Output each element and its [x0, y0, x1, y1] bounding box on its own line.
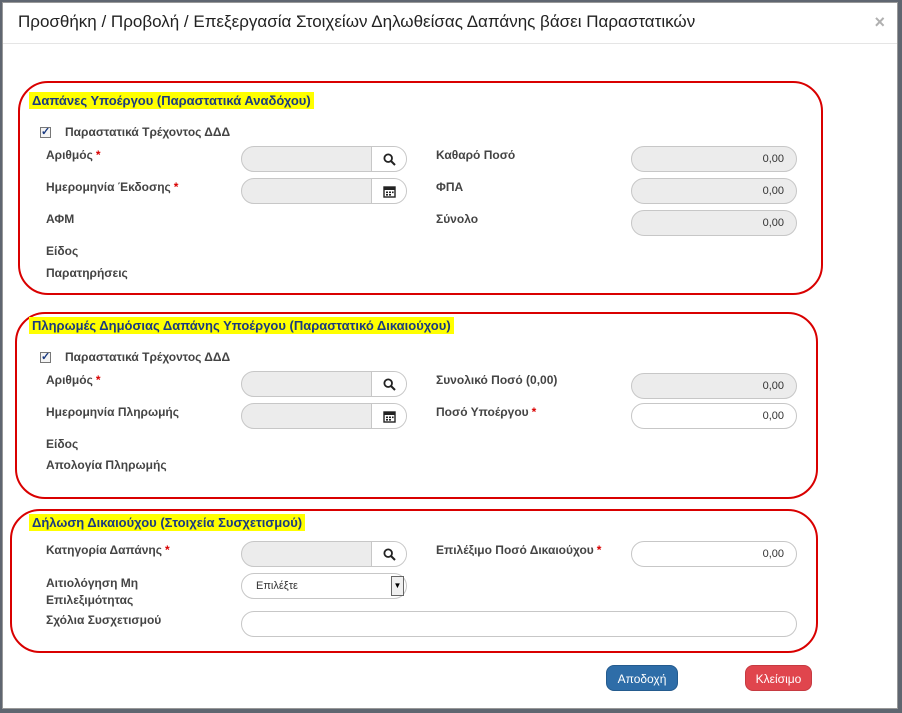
- section3-ineligibility-select[interactable]: Επιλέξτε ▼: [241, 573, 407, 599]
- section1-total-field: 0,00: [631, 210, 797, 236]
- section3-expense-category-label: Κατηγορία Δαπάνης *: [46, 543, 170, 557]
- section2-current-ddd-checkbox[interactable]: [40, 350, 51, 363]
- section2-number-label: Αριθμός *: [46, 373, 101, 387]
- section1-checkbox-label: Παραστατικά Τρέχοντος ΔΔΔ: [65, 125, 231, 139]
- section1-current-ddd-checkbox[interactable]: [40, 125, 51, 138]
- accept-button[interactable]: Αποδοχή: [606, 665, 678, 691]
- section1-type-label: Είδος: [46, 244, 79, 258]
- section2-total-amount-label: Συνολικό Ποσό (0,00): [436, 373, 558, 387]
- section2-total-amount-field: 0,00: [631, 373, 797, 399]
- section2-subproject-amount-input[interactable]: 0,00: [631, 403, 797, 429]
- section3-expense-category-input[interactable]: [241, 541, 407, 567]
- section1-afm-label: ΑΦΜ: [46, 212, 75, 226]
- section1-title: Δαπάνες Υποέργου (Παραστατικά Αναδόχου): [29, 92, 314, 109]
- section1-net-amount-label: Καθαρό Ποσό: [436, 148, 516, 162]
- section3-eligible-amount-label: Επιλέξιμο Ποσό Δικαιούχου *: [436, 543, 602, 557]
- calendar-icon[interactable]: [371, 404, 406, 428]
- section3-title: Δήλωση Δικαιούχου (Στοιχεία Συσχετισμού): [29, 514, 306, 531]
- section3-eligible-amount-input[interactable]: 0,00: [631, 541, 797, 567]
- section1-vat-field: 0,00: [631, 178, 797, 204]
- section2-checkbox-label: Παραστατικά Τρέχοντος ΔΔΔ: [65, 350, 231, 364]
- section2-number-input[interactable]: [241, 371, 407, 397]
- section2-payment-justification-label: Απολογία Πληρωμής: [46, 458, 167, 472]
- section2-payment-date-input[interactable]: [241, 403, 407, 429]
- section3-comments-input[interactable]: [241, 611, 797, 637]
- section1-number-input[interactable]: [241, 146, 407, 172]
- section2-type-label: Είδος: [46, 437, 79, 451]
- section1-issue-date-input[interactable]: [241, 178, 407, 204]
- section1-number-label: Αριθμός *: [46, 148, 101, 162]
- section1-issue-date-label: Ημερομηνία Έκδοσης *: [46, 180, 179, 194]
- search-icon[interactable]: [371, 372, 406, 396]
- section2-subproject-amount-label: Ποσό Υποέργου *: [436, 405, 537, 419]
- close-icon[interactable]: ×: [874, 12, 885, 33]
- section2-title: Πληρωμές Δημόσιας Δαπάνης Υποέργου (Παρα…: [29, 317, 454, 334]
- dialog-title: Προσθήκη / Προβολή / Επεξεργασία Στοιχεί…: [18, 12, 696, 31]
- section3-ineligibility-label: Αιτιολόγηση Μη Επιλεξιμότητας: [46, 576, 139, 607]
- close-button[interactable]: Κλείσιμο: [745, 665, 812, 691]
- section1-total-label: Σύνολο: [436, 212, 479, 226]
- section1-net-amount-field: 0,00: [631, 146, 797, 172]
- section1-vat-label: ΦΠΑ: [436, 180, 464, 194]
- section3-comments-label: Σχόλια Συσχετισμού: [46, 613, 162, 627]
- section1-remarks-label: Παρατηρήσεις: [46, 266, 128, 280]
- calendar-icon[interactable]: [371, 179, 406, 203]
- search-icon[interactable]: [371, 147, 406, 171]
- section2-payment-date-label: Ημερομηνία Πληρωμής: [46, 405, 179, 419]
- dropdown-arrow-icon[interactable]: ▼: [391, 576, 404, 596]
- dialog-header: Προσθήκη / Προβολή / Επεξεργασία Στοιχεί…: [3, 3, 897, 44]
- expense-dialog: Προσθήκη / Προβολή / Επεξεργασία Στοιχεί…: [2, 2, 898, 709]
- search-icon[interactable]: [371, 542, 406, 566]
